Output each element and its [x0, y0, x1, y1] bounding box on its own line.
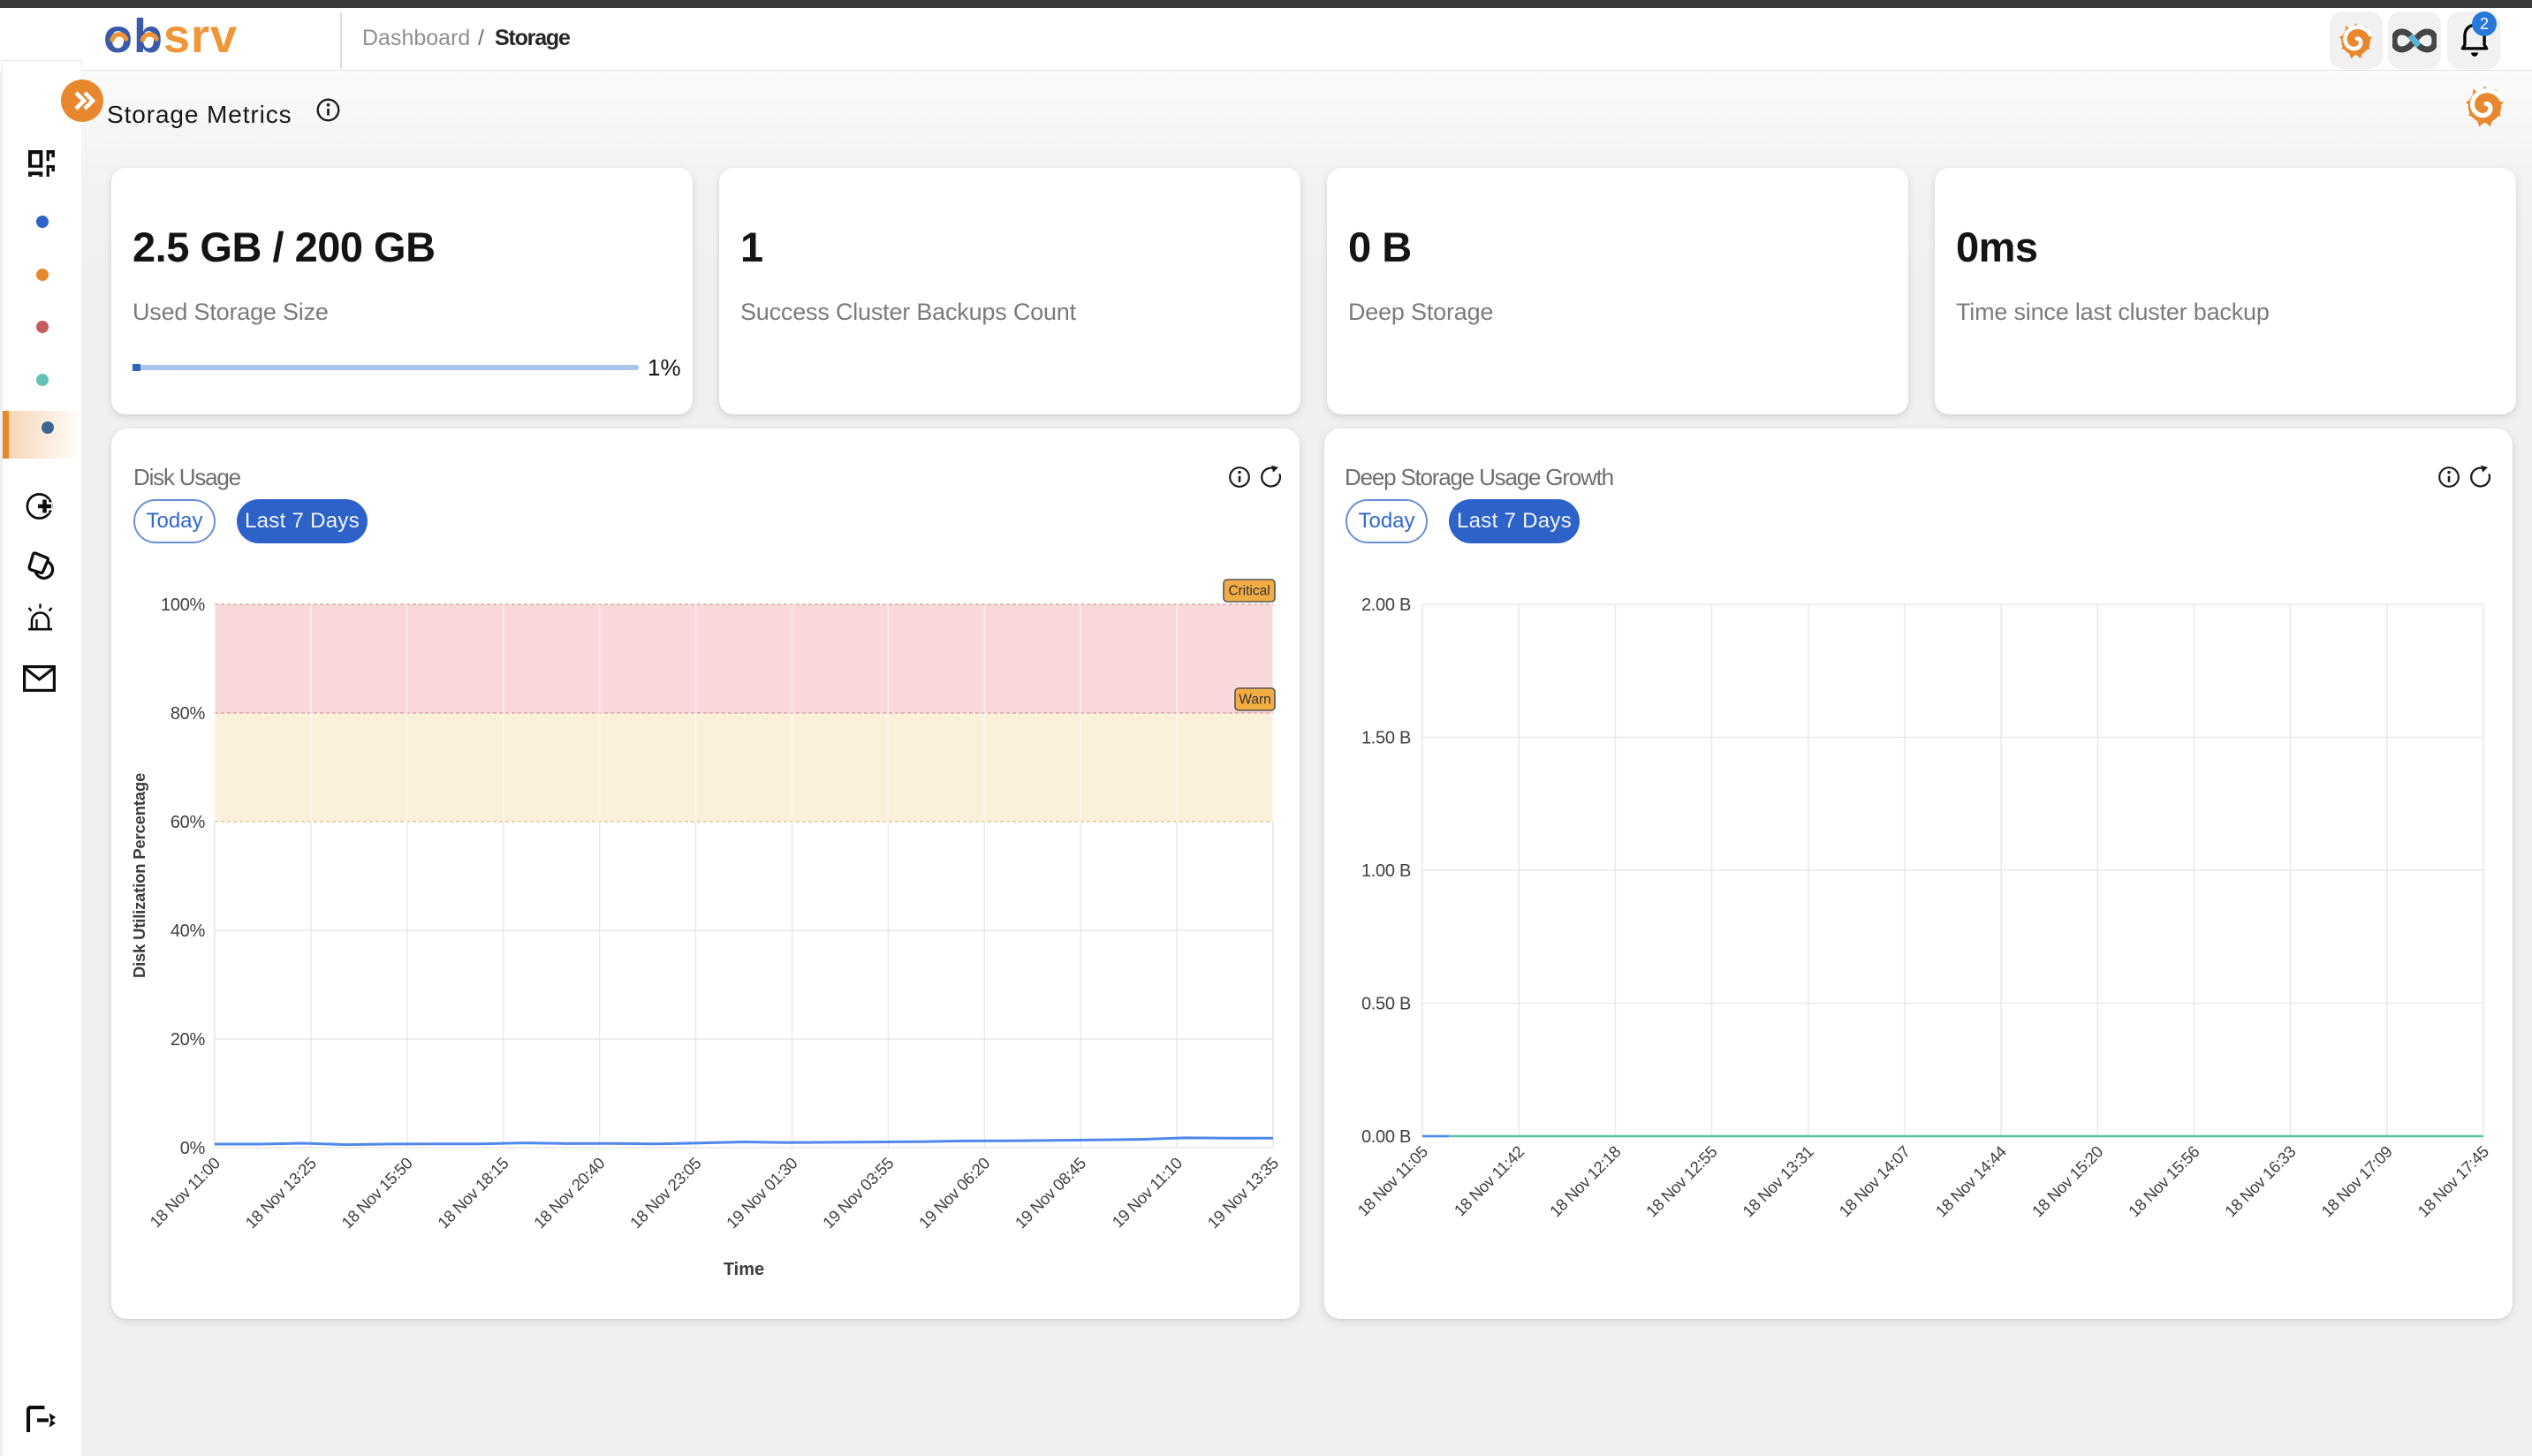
svg-text:Time: Time: [724, 1260, 764, 1279]
svg-text:18 Nov 20:40: 18 Nov 20:40: [530, 1154, 609, 1232]
svg-text:18 Nov 15:50: 18 Nov 15:50: [337, 1154, 416, 1232]
svg-text:18 Nov 13:25: 18 Nov 13:25: [241, 1154, 320, 1232]
svg-text:40%: 40%: [171, 921, 206, 941]
svg-text:18 Nov 14:07: 18 Nov 14:07: [1835, 1142, 1914, 1221]
svg-text:18 Nov 23:05: 18 Nov 23:05: [626, 1154, 705, 1232]
svg-text:100%: 100%: [161, 595, 205, 615]
svg-text:0.00 B: 0.00 B: [1361, 1127, 1411, 1147]
svg-text:18 Nov 17:45: 18 Nov 17:45: [2414, 1142, 2492, 1221]
svg-text:Critical: Critical: [1228, 584, 1270, 599]
svg-text:18 Nov 15:20: 18 Nov 15:20: [2028, 1142, 2107, 1221]
svg-text:2.00 B: 2.00 B: [1361, 595, 1411, 615]
svg-text:19 Nov 03:55: 19 Nov 03:55: [819, 1154, 898, 1232]
svg-text:19 Nov 06:20: 19 Nov 06:20: [915, 1154, 994, 1232]
svg-text:20%: 20%: [171, 1030, 206, 1050]
svg-text:18 Nov 11:00: 18 Nov 11:00: [146, 1154, 224, 1232]
svg-text:18 Nov 15:56: 18 Nov 15:56: [2125, 1142, 2203, 1221]
svg-text:18 Nov 13:31: 18 Nov 13:31: [1739, 1142, 1817, 1221]
svg-text:60%: 60%: [171, 813, 206, 832]
svg-text:0%: 0%: [180, 1139, 206, 1158]
svg-text:0.50 B: 0.50 B: [1361, 995, 1411, 1014]
svg-text:80%: 80%: [171, 704, 206, 724]
svg-text:1.50 B: 1.50 B: [1361, 729, 1411, 748]
svg-text:Disk Utilization Percentage: Disk Utilization Percentage: [130, 773, 148, 978]
svg-text:Warn: Warn: [1239, 693, 1270, 708]
svg-text:18 Nov 18:15: 18 Nov 18:15: [434, 1154, 512, 1232]
svg-text:19 Nov 08:45: 19 Nov 08:45: [1012, 1154, 1090, 1232]
svg-text:19 Nov 01:30: 19 Nov 01:30: [723, 1154, 801, 1232]
svg-text:18 Nov 16:33: 18 Nov 16:33: [2221, 1142, 2300, 1221]
svg-text:18 Nov 14:44: 18 Nov 14:44: [1931, 1142, 2010, 1221]
svg-text:19 Nov 13:35: 19 Nov 13:35: [1203, 1154, 1282, 1232]
svg-text:18 Nov 12:55: 18 Nov 12:55: [1642, 1142, 1721, 1221]
svg-text:19 Nov 11:10: 19 Nov 11:10: [1108, 1154, 1186, 1232]
svg-text:1.00 B: 1.00 B: [1361, 861, 1411, 881]
svg-text:18 Nov 11:05: 18 Nov 11:05: [1353, 1142, 1431, 1220]
svg-text:18 Nov 12:18: 18 Nov 12:18: [1546, 1142, 1625, 1221]
svg-text:18 Nov 17:09: 18 Nov 17:09: [2317, 1142, 2396, 1221]
svg-text:18 Nov 11:42: 18 Nov 11:42: [1451, 1142, 1528, 1220]
